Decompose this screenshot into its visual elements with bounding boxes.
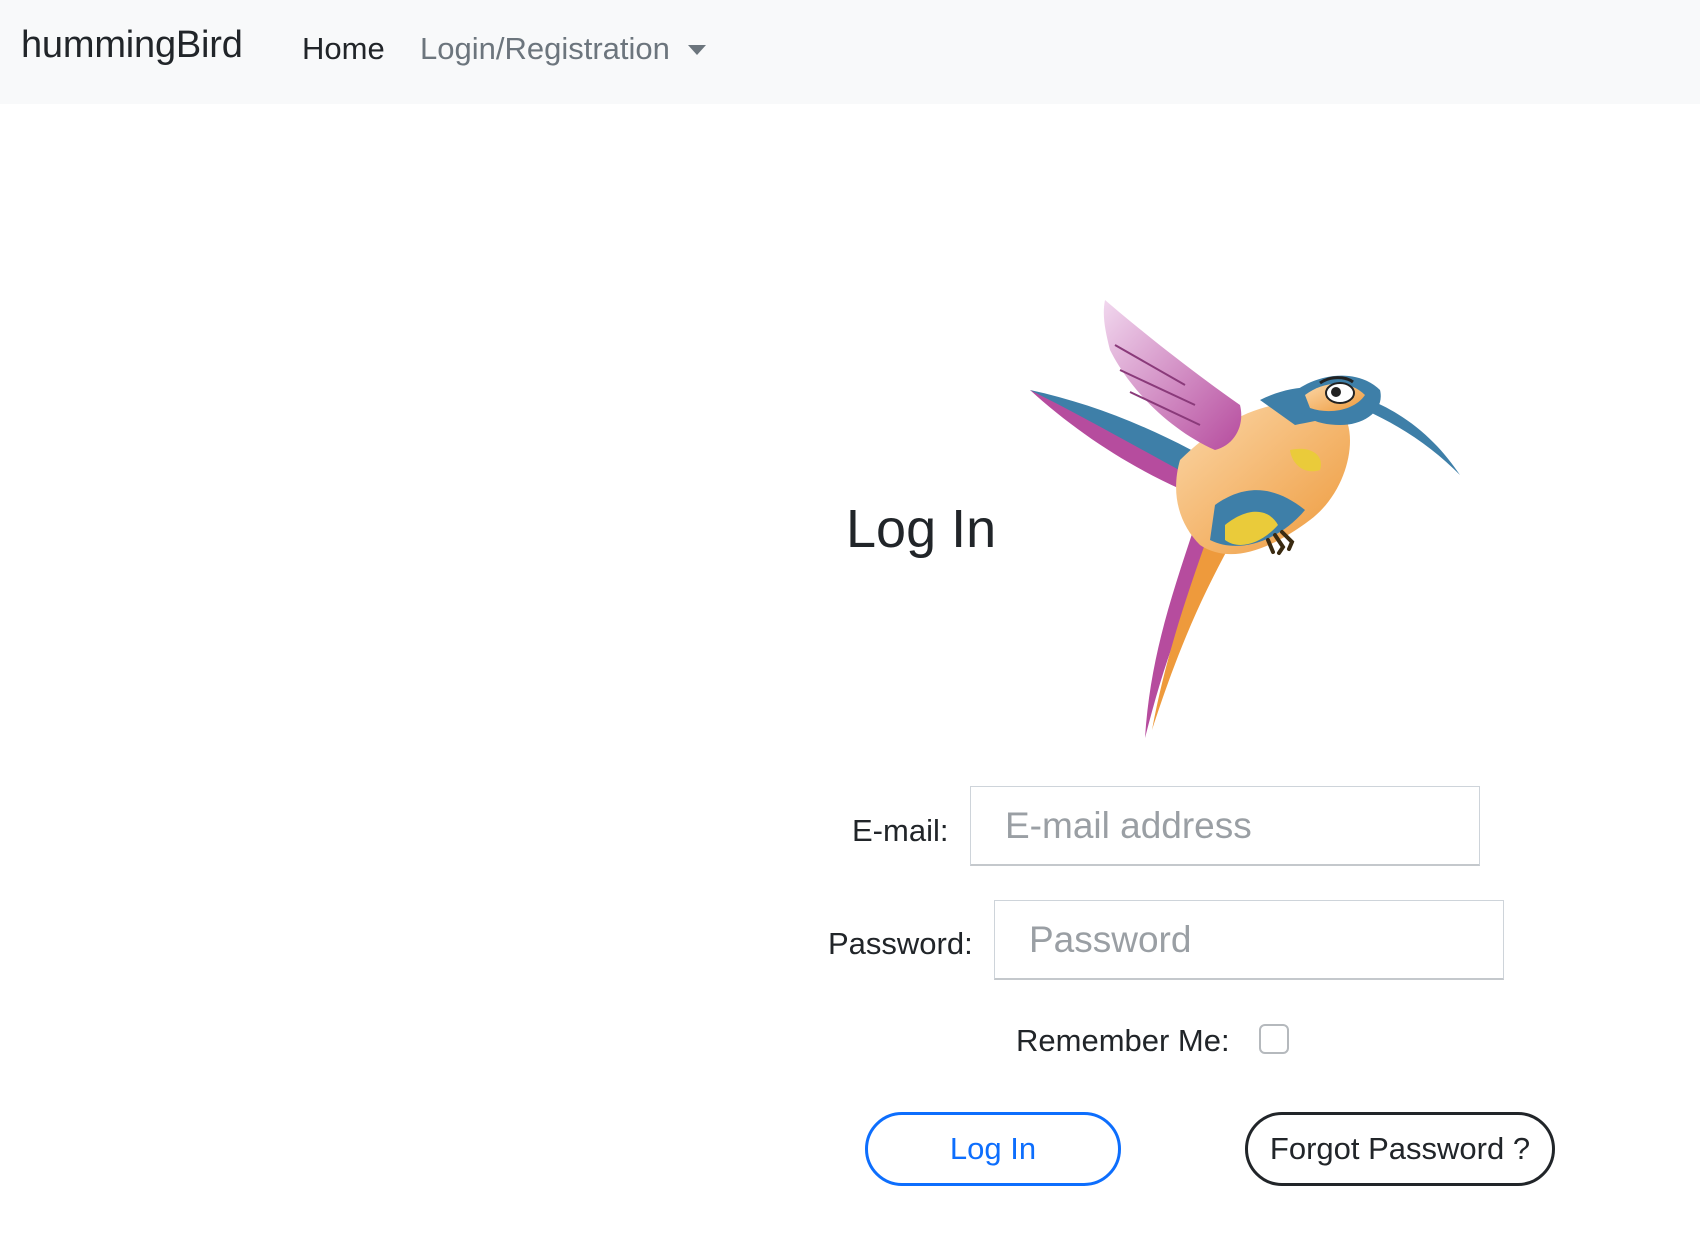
page-title: Log In — [846, 499, 997, 559]
forgot-password-button[interactable]: Forgot Password ? — [1245, 1112, 1555, 1186]
email-field[interactable] — [970, 786, 1480, 866]
hummingbird-logo — [1030, 300, 1460, 738]
password-label: Password: — [828, 926, 973, 961]
nav-dropdown-label: Login/Registration — [420, 31, 670, 66]
remember-me-label: Remember Me: — [1016, 1023, 1230, 1058]
nav-home-link[interactable]: Home — [302, 31, 385, 67]
email-label: E-mail: — [852, 813, 949, 848]
caret-down-icon — [687, 45, 706, 55]
login-button[interactable]: Log In — [865, 1112, 1121, 1186]
brand-link[interactable]: hummingBird — [21, 24, 243, 67]
password-field[interactable] — [994, 900, 1504, 980]
navbar: hummingBird Home Login/Registration — [0, 0, 1700, 104]
remember-me-checkbox[interactable] — [1259, 1024, 1289, 1054]
nav-login-registration-dropdown[interactable]: Login/Registration — [420, 31, 706, 67]
